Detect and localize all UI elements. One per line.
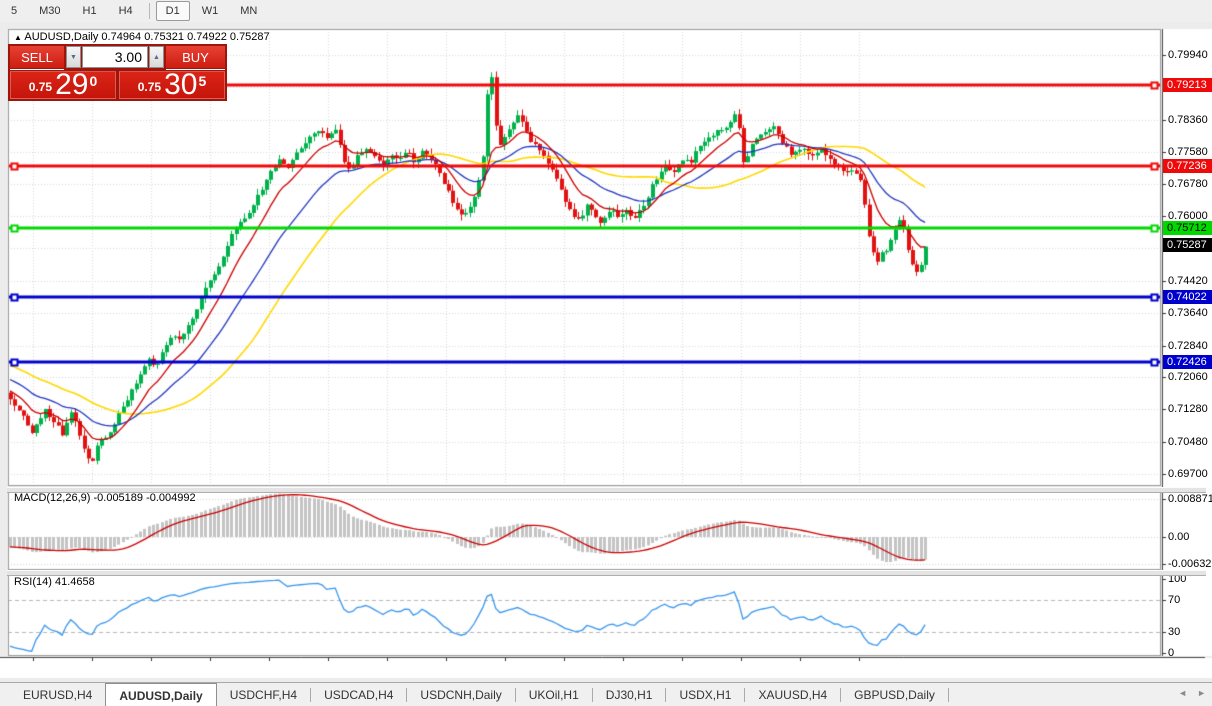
- rsi-header: RSI(14) 41.4658: [14, 576, 95, 588]
- hline-price-label: 0.72426: [1163, 355, 1212, 370]
- sell-button[interactable]: SELL: [10, 46, 64, 68]
- trading-platform-window: 5 M30 H1 H4 D1 W1 MN ▲ AUDUSD,Daily 0.74964 0.…: [0, 0, 1212, 706]
- chart-ohlc-header: ▲ AUDUSD,Daily 0.74964 0.75321 0.74922 0…: [14, 31, 270, 43]
- chart-tab-bar: EURUSD,H4 AUDUSD,Daily USDCHF,H4 USDCAD,H4 U…: [0, 682, 1212, 706]
- collapse-triangle-icon[interactable]: ▲: [14, 33, 22, 42]
- buy-price-sup: 5: [198, 73, 207, 89]
- tab-bar-notch: [0, 683, 10, 706]
- rsi-axis-label: 0: [1168, 646, 1175, 659]
- price-axis-label: 0.72840: [1168, 339, 1208, 352]
- macd-axis-label: 0.00: [1168, 531, 1190, 543]
- volume-input[interactable]: [82, 46, 148, 68]
- pane-separator[interactable]: [7, 487, 1206, 493]
- timeframe-button-h4[interactable]: H4: [109, 1, 143, 21]
- rsi-value: 41.4658: [54, 576, 95, 588]
- timeframe-button-h1[interactable]: H1: [73, 1, 107, 21]
- price-axis-label: 0.69700: [1168, 468, 1208, 480]
- hline-price-label: 0.74022: [1163, 290, 1212, 305]
- rsi-title: RSI(14): [14, 576, 52, 588]
- close-value: 0.75287: [229, 31, 270, 43]
- price-axis-label: 0.76780: [1168, 178, 1208, 191]
- macd-axis-label: -0.00632: [1168, 558, 1212, 571]
- macd-title: MACD(12,26,9): [14, 492, 91, 504]
- hline-price-label: 0.79213: [1163, 77, 1212, 92]
- price-axis-label: 0.78360: [1168, 113, 1208, 126]
- tab-scroll-right-icon[interactable]: ►: [1197, 688, 1206, 698]
- chart-tab-dj30[interactable]: DJ30,H1: [593, 683, 666, 706]
- price-axis-label: 0.71280: [1168, 403, 1208, 416]
- sell-price-box[interactable]: 0.75 29 0: [10, 68, 116, 101]
- timeframe-button-mn[interactable]: MN: [230, 1, 267, 21]
- buy-button[interactable]: BUY: [166, 46, 225, 68]
- macd-values: -0.005189 -0.004992: [93, 492, 196, 504]
- chart-tab-usdcnh[interactable]: USDCNH,Daily: [407, 683, 514, 706]
- chart-tab-xauusd[interactable]: XAUUSD,H4: [745, 683, 840, 706]
- chart-canvas[interactable]: [0, 22, 1212, 706]
- buy-price-box[interactable]: 0.75 30 5: [119, 68, 225, 101]
- macd-header: MACD(12,26,9) -0.005189 -0.004992: [14, 492, 196, 504]
- price-axis-label: 0.73640: [1168, 306, 1208, 319]
- rsi-axis-label: 70: [1168, 594, 1181, 607]
- timeframe-toolbar: 5 M30 H1 H4 D1 W1 MN: [0, 0, 1212, 23]
- rsi-axis-label: 30: [1168, 625, 1181, 638]
- volume-decrease-button[interactable]: ▼: [66, 46, 81, 68]
- one-click-trading-widget: SELL ▼ ▲ BUY 0.75 29 0 0.75 30 5: [8, 44, 227, 101]
- chart-tab-audusd[interactable]: AUDUSD,Daily: [105, 683, 217, 706]
- chart-tab-usdcad[interactable]: USDCAD,H4: [311, 683, 406, 706]
- timeframe-button-d1[interactable]: D1: [155, 1, 190, 21]
- hline-price-label: 0.77236: [1163, 158, 1212, 173]
- high-value: 0.75321: [144, 31, 184, 43]
- volume-increase-button[interactable]: ▲: [149, 46, 164, 68]
- buy-button-label: BUY: [182, 49, 209, 65]
- price-axis-label: 0.72060: [1168, 371, 1208, 384]
- chart-tab-gbpusd[interactable]: GBPUSD,Daily: [841, 683, 948, 706]
- open-value: 0.74964: [101, 31, 142, 43]
- sell-button-label: SELL: [21, 49, 53, 65]
- timeframe-button-m30[interactable]: M30: [29, 1, 70, 21]
- hline-price-label: 0.75712: [1163, 221, 1212, 235]
- tab-separator: [947, 688, 949, 702]
- price-axis-label: 0.70480: [1168, 436, 1208, 449]
- buy-price-big: 30: [164, 68, 198, 101]
- chevron-up-icon: ▲: [153, 53, 160, 61]
- timeframe-button-w1[interactable]: W1: [192, 1, 229, 21]
- price-axis-label: 0.79940: [1168, 48, 1208, 61]
- tab-scroll-left-icon[interactable]: ◄: [1178, 688, 1187, 698]
- pane-separator[interactable]: [7, 570, 1206, 576]
- timeframe-button-5[interactable]: 5: [1, 1, 27, 21]
- price-axis-label: 0.77580: [1168, 145, 1208, 158]
- toolbar-separator: [148, 3, 150, 19]
- low-value: 0.74922: [187, 31, 227, 43]
- buy-price-prefix: 0.75: [137, 80, 162, 94]
- sell-price-prefix: 0.75: [28, 80, 53, 94]
- macd-axis-label: 0.008871: [1168, 493, 1212, 506]
- price-axis-label: 0.74420: [1168, 274, 1208, 287]
- chart-symbol-label: AUDUSD,Daily: [24, 31, 99, 43]
- chart-tab-ukoil[interactable]: UKOil,H1: [516, 683, 592, 706]
- current-price-label: 0.75287: [1163, 238, 1212, 253]
- chart-tab-eurusd[interactable]: EURUSD,H4: [10, 683, 105, 706]
- chart-tab-usdchf[interactable]: USDCHF,H4: [217, 683, 310, 706]
- chart-area: ▲ AUDUSD,Daily 0.74964 0.75321 0.74922 0…: [0, 22, 1212, 706]
- sell-price-sup: 0: [89, 73, 98, 89]
- sell-price-big: 29: [55, 68, 89, 101]
- chart-tab-usdx[interactable]: USDX,H1: [666, 683, 744, 706]
- chevron-down-icon: ▼: [70, 53, 77, 61]
- tab-scroll-controls: ◄ ►: [1178, 688, 1206, 698]
